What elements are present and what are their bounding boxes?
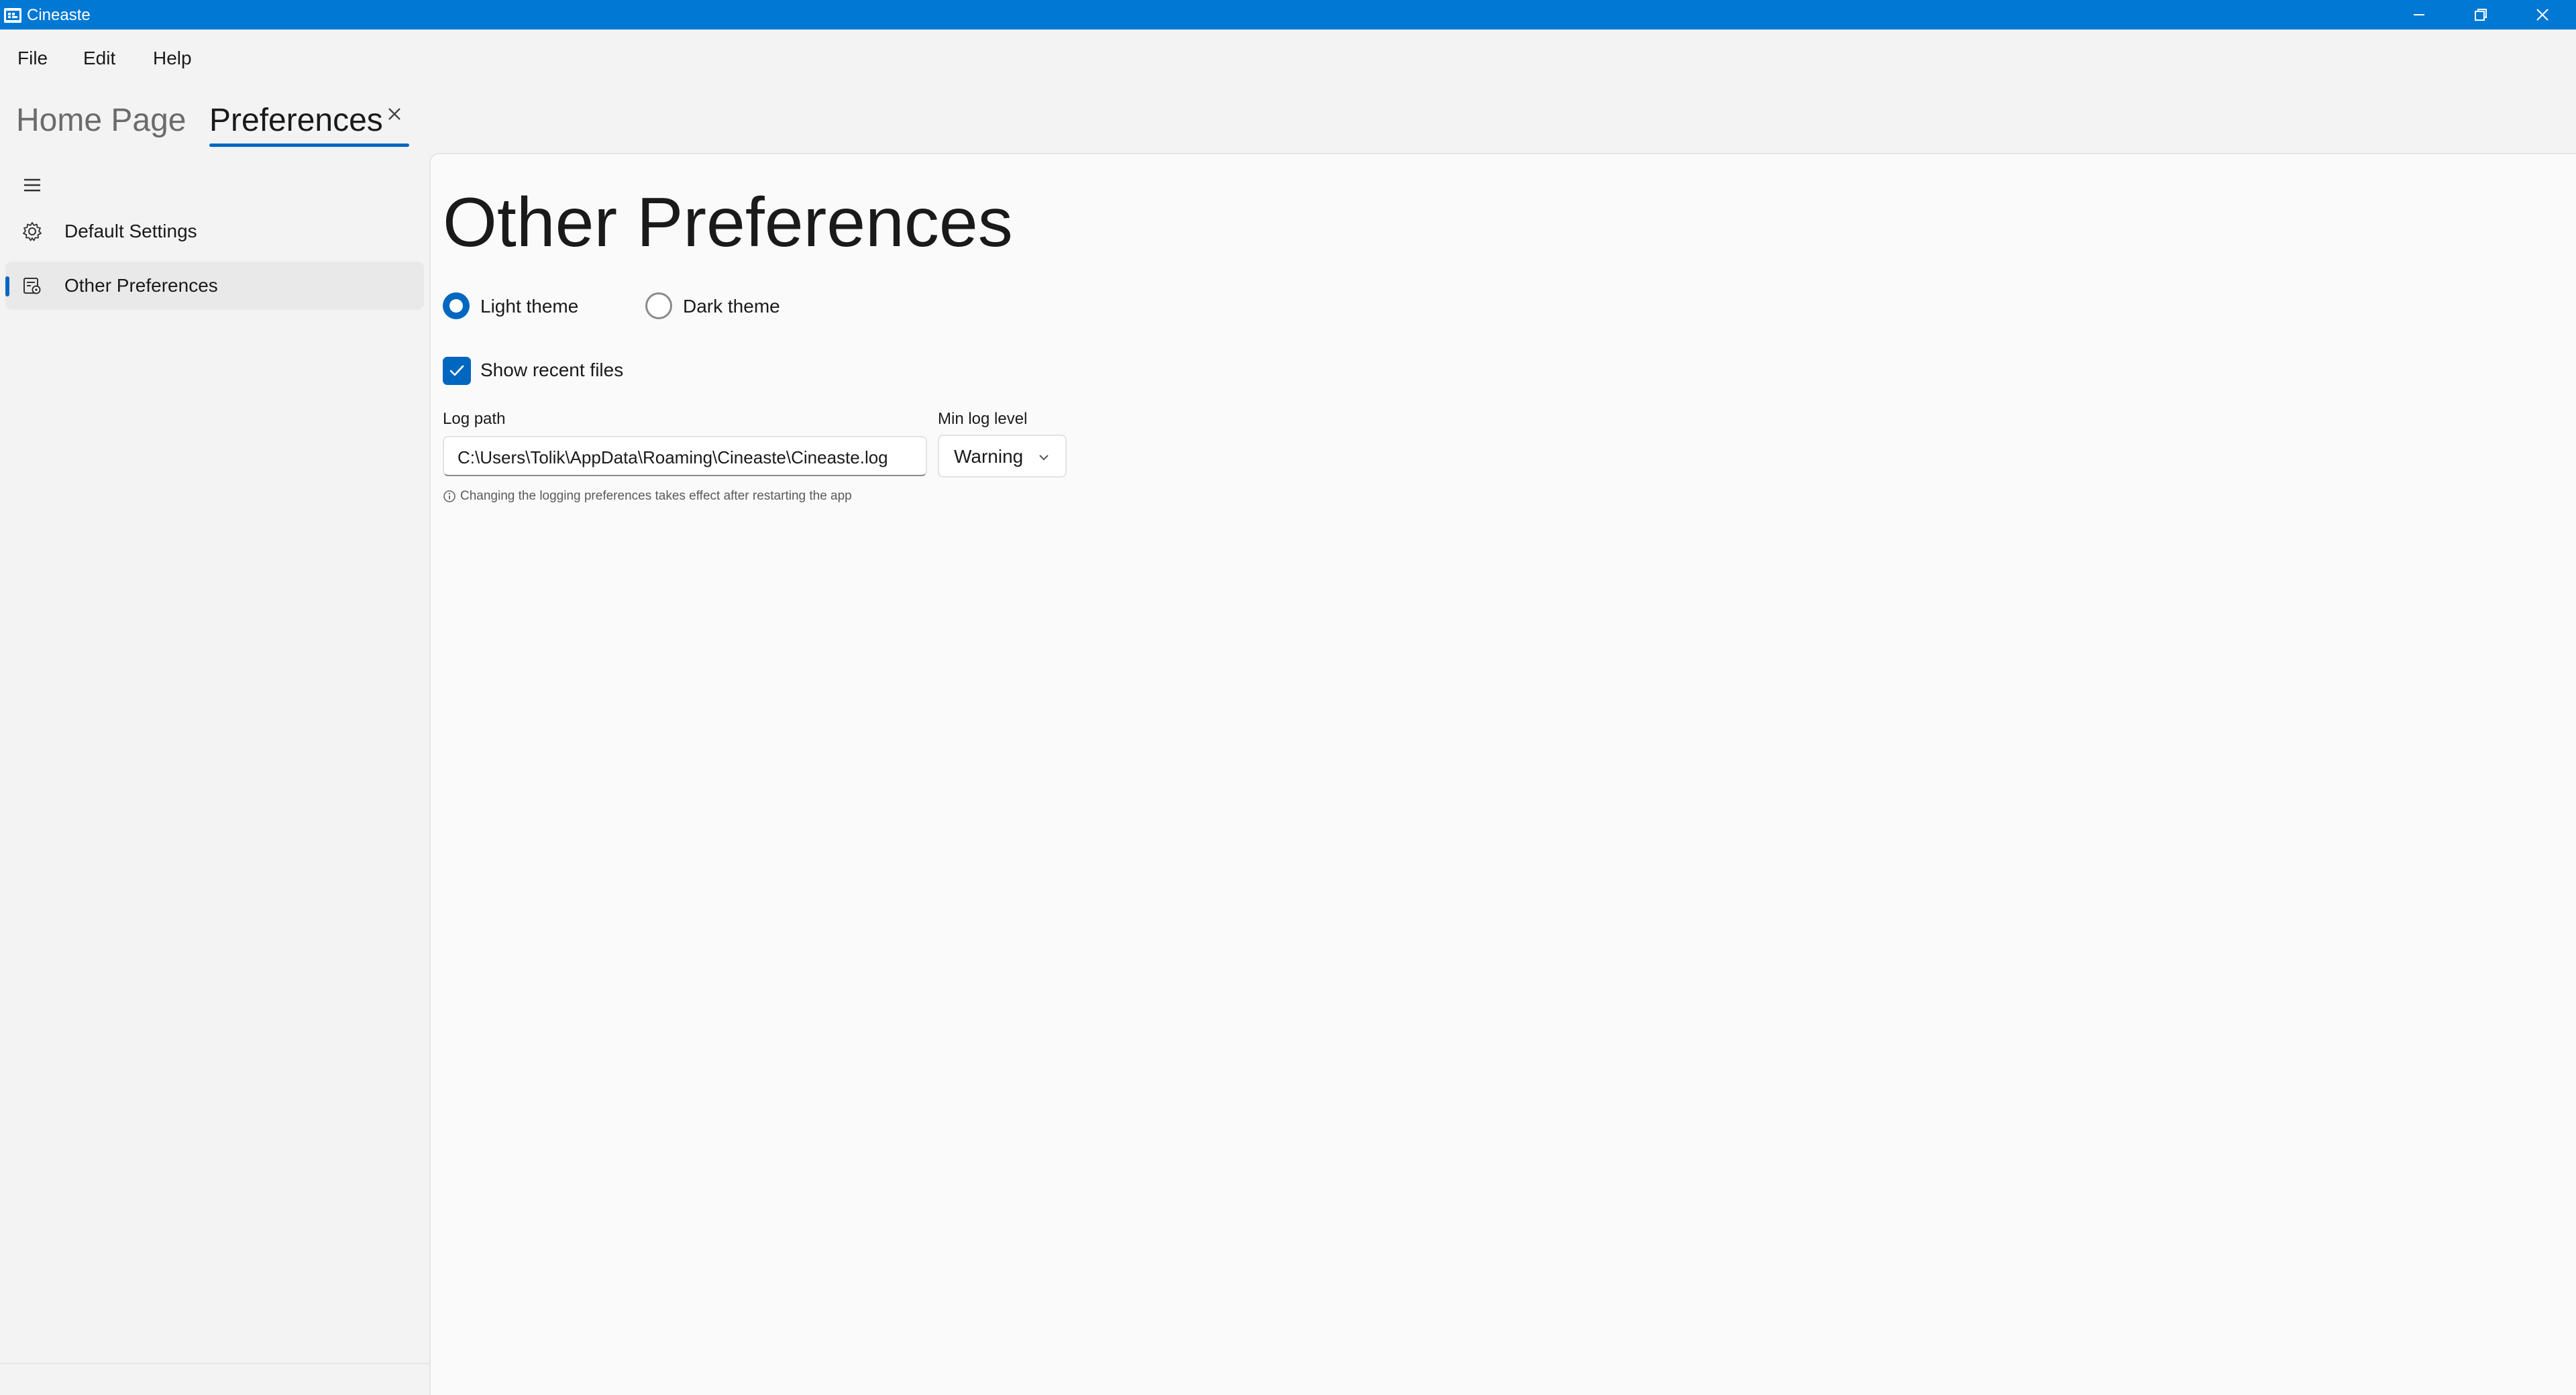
close-tab-icon[interactable]: [384, 103, 405, 125]
min-log-level-value: Warning: [954, 446, 1024, 467]
menu-help[interactable]: Help: [153, 47, 192, 70]
dark-theme-label: Dark theme: [683, 296, 780, 317]
show-recent-files-label: Show recent files: [480, 359, 624, 380]
menu-bar: File Edit Help: [0, 30, 2576, 86]
menu-edit[interactable]: Edit: [83, 47, 115, 70]
menu-file[interactable]: File: [17, 47, 48, 70]
nav-footer-divider: [0, 1363, 429, 1364]
selected-tab-indicator: [209, 144, 409, 147]
preferences-icon: [23, 278, 41, 294]
minimize-button[interactable]: [2388, 0, 2450, 30]
restore-button[interactable]: [2450, 0, 2512, 30]
tab-home-page[interactable]: Home Page: [16, 99, 186, 142]
gear-icon: [23, 222, 42, 241]
chevron-down-icon: [1039, 455, 1049, 461]
navigation-pane: Default Settings Other Preferences: [0, 153, 429, 1395]
log-path-label: Log path: [443, 410, 506, 428]
dark-theme-radio[interactable]: Dark theme: [645, 291, 793, 321]
tab-preferences[interactable]: Preferences: [209, 99, 383, 142]
log-path-value: C:\Users\Tolik\AppData\Roaming\Cineaste\…: [458, 447, 888, 467]
restore-icon: [2475, 9, 2487, 21]
film-app-icon: [4, 8, 21, 23]
page-title: Other Preferences: [443, 184, 1013, 262]
close-window-button[interactable]: [2512, 0, 2573, 30]
min-log-level-label: Min log level: [938, 410, 1028, 428]
title-bar: Cineaste: [0, 0, 2576, 30]
minimize-icon: [2414, 14, 2424, 15]
content-pane: Other Preferences Light theme Dark theme…: [429, 153, 2576, 1395]
nav-label-default-settings: Default Settings: [64, 221, 197, 241]
close-icon: [2536, 9, 2548, 21]
nav-item-default-settings[interactable]: Default Settings: [5, 207, 424, 256]
nav-item-other-preferences[interactable]: Other Preferences: [5, 262, 424, 310]
checkmark-icon: [449, 365, 464, 376]
log-path-input[interactable]: C:\Users\Tolik\AppData\Roaming\Cineaste\…: [443, 436, 927, 476]
light-theme-radio[interactable]: Light theme: [443, 291, 590, 321]
light-theme-label: Light theme: [480, 296, 579, 317]
min-log-level-dropdown[interactable]: Warning: [938, 435, 1067, 478]
info-icon: [443, 490, 455, 502]
radio-selected-indicator: [443, 292, 470, 319]
nav-selection-indicator: [5, 276, 9, 296]
logging-hint-text: Changing the logging preferences takes e…: [460, 489, 852, 503]
radio-unselected-indicator: [645, 292, 672, 319]
show-recent-files-checkbox[interactable]: [443, 357, 471, 385]
nav-label-other-preferences: Other Preferences: [64, 275, 218, 296]
hamburger-icon[interactable]: [20, 173, 44, 197]
window-title: Cineaste: [27, 6, 91, 24]
